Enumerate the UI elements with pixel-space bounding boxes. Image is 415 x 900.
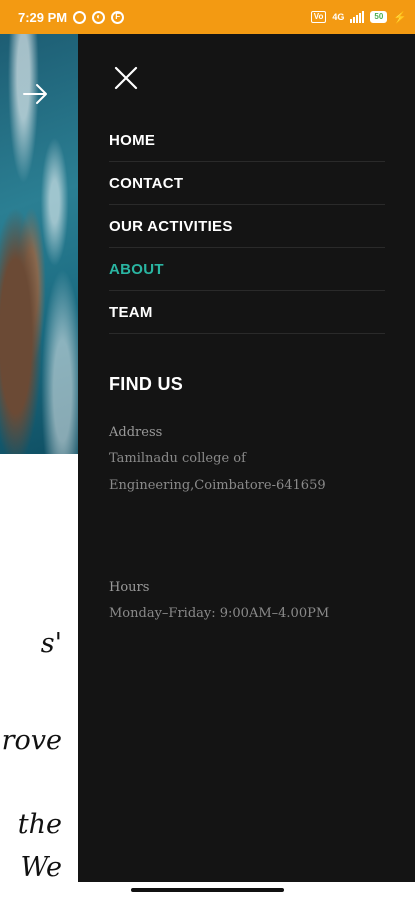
gesture-bar <box>0 882 415 900</box>
home-indicator[interactable] <box>131 888 284 892</box>
battery-icon: 50 <box>370 11 388 23</box>
status-left: 7:29 PM ◐ F <box>18 9 125 25</box>
drawer-nav: HOME CONTACT OUR ACTIVITIES ABOUT TEAM <box>109 119 385 334</box>
background-text-line: We <box>20 852 62 882</box>
close-icon[interactable] <box>112 64 140 92</box>
background-text-line: rove <box>1 725 62 756</box>
nav-item-contact[interactable]: CONTACT <box>109 162 385 205</box>
hours-label: Hours <box>109 580 150 595</box>
nav-item-home[interactable]: HOME <box>109 119 385 162</box>
status-right: Vo 4G 50 ⚡ <box>310 11 407 24</box>
status-time: 7:29 PM <box>18 9 68 25</box>
charging-icon: ⚡ <box>393 11 407 24</box>
nav-item-team[interactable]: TEAM <box>109 291 385 334</box>
hours-text: Monday–Friday: 9:00AM–4.00PM <box>109 606 330 621</box>
address-label: Address <box>109 425 163 440</box>
hero-image <box>0 34 78 454</box>
find-us-title: FIND US <box>109 374 184 394</box>
signal-icon <box>350 11 365 23</box>
arrow-right-icon[interactable] <box>22 82 50 106</box>
status-bar: 7:29 PM ◐ F Vo 4G 50 ⚡ <box>0 0 415 34</box>
nav-item-our-activities[interactable]: OUR ACTIVITIES <box>109 205 385 248</box>
background-page: s' rove the We <box>0 34 78 882</box>
volte-icon: Vo <box>310 11 327 23</box>
navigation-drawer: HOME CONTACT OUR ACTIVITIES ABOUT TEAM F… <box>78 34 415 882</box>
background-text-line: s' <box>40 628 62 659</box>
app-notification-icon: ◐ <box>92 10 106 24</box>
network-type: 4G <box>332 12 345 22</box>
background-text-line: the <box>17 809 62 840</box>
nav-item-about[interactable]: ABOUT <box>109 248 385 291</box>
address-text: Tamilnadu college of Engineering,Coimbat… <box>109 451 326 493</box>
app-notification-icon-2: F <box>111 10 125 24</box>
alarm-icon <box>73 10 87 24</box>
